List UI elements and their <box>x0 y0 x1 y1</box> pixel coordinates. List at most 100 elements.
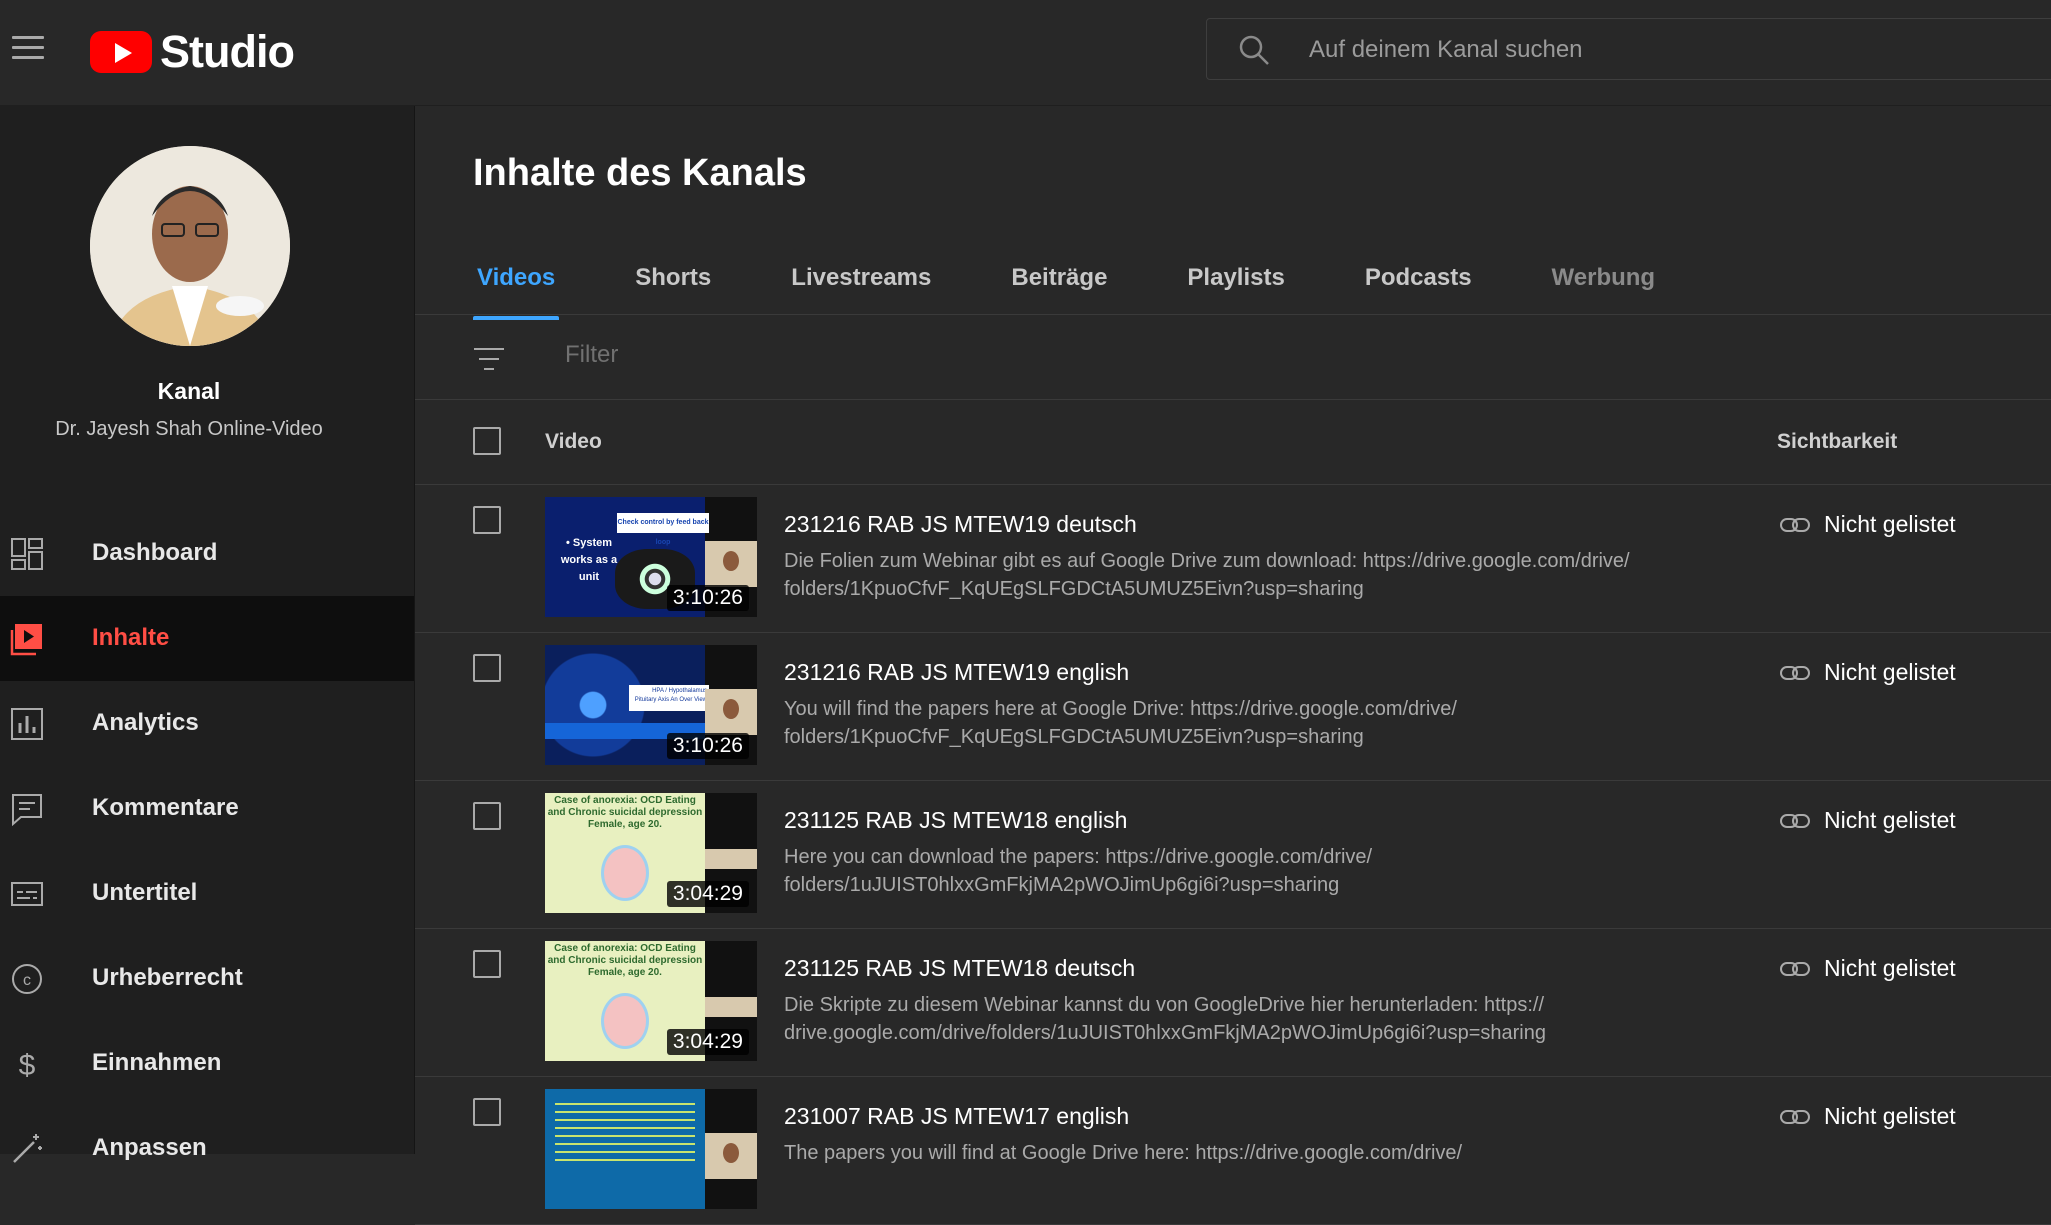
link-icon <box>1780 517 1810 532</box>
description-line: folders/1uJUIST0hlxxGmFkjMA2pWOJimUp6gi6… <box>784 874 1340 896</box>
visibility-cell[interactable]: Nicht gelistet <box>1780 511 1956 538</box>
video-thumbnail[interactable]: Case of anorexia: OCD Eating and Chronic… <box>545 793 757 913</box>
webcam-inset <box>705 997 757 1017</box>
video-duration: 3:10:26 <box>666 585 749 611</box>
row-checkbox[interactable] <box>473 506 501 534</box>
table-row: Case of anorexia: OCD Eating and Chronic… <box>415 781 2051 929</box>
sidebar-item-label: Einnahmen <box>92 1049 222 1076</box>
menu-icon[interactable] <box>12 36 44 60</box>
column-header-visibility[interactable]: Sichtbarkeit <box>1777 430 1897 454</box>
row-checkbox[interactable] <box>473 802 501 830</box>
description-line: Die Skripte zu diesem Webinar kannst du … <box>784 994 1545 1016</box>
video-title[interactable]: 231216 RAB JS MTEW19 deutsch <box>784 511 1137 538</box>
page-title: Inhalte des Kanals <box>473 152 807 194</box>
video-title[interactable]: 231125 RAB JS MTEW18 deutsch <box>784 955 1135 982</box>
link-icon <box>1780 1109 1810 1124</box>
table-row: HPA / Hypothalamus Pituitary Axis An Ove… <box>415 633 2051 781</box>
video-thumbnail[interactable]: Case of anorexia: OCD Eating and Chronic… <box>545 941 757 1061</box>
video-description: Die Folien zum Webinar gibt es auf Googl… <box>784 547 1714 603</box>
webcam-inset <box>705 541 757 587</box>
visibility-label: Nicht gelistet <box>1824 659 1956 685</box>
baby-illustration <box>601 993 649 1049</box>
sidebar-item-label: Urheberrecht <box>92 964 243 991</box>
description-line: folders/1KpuoCfvF_KqUEgSLFGDCtA5UMUZ5Eiv… <box>784 578 1364 600</box>
sidebar-item-label: Analytics <box>92 709 199 736</box>
visibility-cell[interactable]: Nicht gelistet <box>1780 659 1956 686</box>
sidebar-item-label: Kommentare <box>92 794 239 821</box>
thumbnail-text: • System works as a unit <box>560 537 618 583</box>
thumbnail-text: HPA / Hypothalamus Pituitary Axis An Ove… <box>629 685 709 711</box>
video-description: Die Skripte zu diesem Webinar kannst du … <box>784 991 1714 1047</box>
sidebar-item-dashboard[interactable]: Dashboard <box>0 511 414 596</box>
video-title[interactable]: 231216 RAB JS MTEW19 english <box>784 659 1129 686</box>
content-icon <box>10 624 42 656</box>
description-line: folders/1KpuoCfvF_KqUEgSLFGDCtA5UMUZ5Eiv… <box>784 726 1364 748</box>
select-all-checkbox[interactable] <box>473 427 501 455</box>
sidebar-item-label: Dashboard <box>92 539 218 566</box>
sidebar-item-label: Untertitel <box>92 879 198 906</box>
table-row: Check control by feed back loop • System… <box>415 485 2051 633</box>
thumbnail-text-lines <box>555 1103 695 1163</box>
column-header-video[interactable]: Video <box>545 430 602 454</box>
dashboard-icon <box>11 538 43 570</box>
baby-illustration <box>601 845 649 901</box>
description-line: Here you can download the papers: https:… <box>784 846 1373 868</box>
thumbnail-text: Case of anorexia: OCD Eating and Chronic… <box>547 795 703 830</box>
filter-input[interactable]: Filter <box>565 341 618 369</box>
visibility-cell[interactable]: Nicht gelistet <box>1780 807 1956 834</box>
link-icon <box>1780 813 1810 828</box>
logo-text: Studio <box>160 26 295 77</box>
channel-name: Dr. Jayesh Shah Online-Video <box>55 418 323 440</box>
video-duration: 3:10:26 <box>666 733 749 759</box>
sidebar-item-kommentare[interactable]: Kommentare <box>0 766 414 851</box>
video-title[interactable]: 231007 RAB JS MTEW17 english <box>784 1103 1129 1130</box>
sidebar-item-einnahmen[interactable]: $ Einnahmen <box>0 1021 414 1106</box>
row-checkbox[interactable] <box>473 1098 501 1126</box>
row-checkbox[interactable] <box>473 950 501 978</box>
table-row: Case of anorexia: OCD Eating and Chronic… <box>415 929 2051 1077</box>
table-row: 231007 RAB JS MTEW17 english The papers … <box>415 1077 2051 1225</box>
video-description: You will find the papers here at Google … <box>784 695 1714 751</box>
video-duration: 3:04:29 <box>666 881 749 907</box>
studio-logo[interactable]: Studio <box>90 26 295 77</box>
visibility-cell[interactable]: Nicht gelistet <box>1780 1103 1956 1130</box>
filter-icon[interactable] <box>473 345 505 373</box>
subtitles-icon <box>11 882 43 906</box>
video-thumbnail[interactable]: Check control by feed back loop • System… <box>545 497 757 617</box>
sidebar-item-analytics[interactable]: Analytics <box>0 681 414 766</box>
search-input[interactable] <box>1307 19 2031 81</box>
sidebar: Kanal Dr. Jayesh Shah Online-Video Dashb… <box>0 106 415 1163</box>
video-description: Here you can download the papers: https:… <box>784 843 1714 899</box>
video-title[interactable]: 231125 RAB JS MTEW18 english <box>784 807 1127 834</box>
description-line: The papers you will find at Google Drive… <box>784 1142 1463 1164</box>
sidebar-item-inhalte[interactable]: Inhalte <box>0 596 414 681</box>
visibility-label: Nicht gelistet <box>1824 1103 1956 1129</box>
svg-text:$: $ <box>19 1049 36 1081</box>
thumbnail-text: Case of anorexia: OCD Eating and Chronic… <box>547 943 703 978</box>
tab-livestreams[interactable]: Livestreams <box>787 256 935 316</box>
video-thumbnail[interactable] <box>545 1089 757 1209</box>
tab-werbung[interactable]: Werbung <box>1548 256 1660 316</box>
filter-bar[interactable]: Filter <box>415 315 2051 400</box>
sidebar-item-urheberrecht[interactable]: c Urheberrecht <box>0 936 414 1021</box>
thumbnail-banner: Check control by feed back loop <box>617 513 709 546</box>
sidebar-item-label: Anpassen <box>92 1134 207 1161</box>
visibility-cell[interactable]: Nicht gelistet <box>1780 955 1956 982</box>
description-line: Die Folien zum Webinar gibt es auf Googl… <box>784 550 1630 572</box>
video-thumbnail[interactable]: HPA / Hypothalamus Pituitary Axis An Ove… <box>545 645 757 765</box>
search-box[interactable] <box>1206 18 2051 81</box>
channel-avatar[interactable] <box>90 146 290 346</box>
tab-beitraege[interactable]: Beiträge <box>1007 256 1111 316</box>
sidebar-item-untertitel[interactable]: Untertitel <box>0 851 414 936</box>
tab-podcasts[interactable]: Podcasts <box>1361 256 1476 316</box>
top-bar: Studio <box>0 0 2051 106</box>
row-checkbox[interactable] <box>473 654 501 682</box>
analytics-icon <box>11 708 43 740</box>
tab-playlists[interactable]: Playlists <box>1183 256 1288 316</box>
svg-text:c: c <box>23 972 31 989</box>
sidebar-item-anpassen[interactable]: Anpassen <box>0 1106 414 1191</box>
dollar-icon: $ <box>19 1049 36 1081</box>
copyright-icon: c <box>12 964 42 994</box>
tab-shorts[interactable]: Shorts <box>631 256 715 316</box>
tab-videos[interactable]: Videos <box>473 256 560 320</box>
